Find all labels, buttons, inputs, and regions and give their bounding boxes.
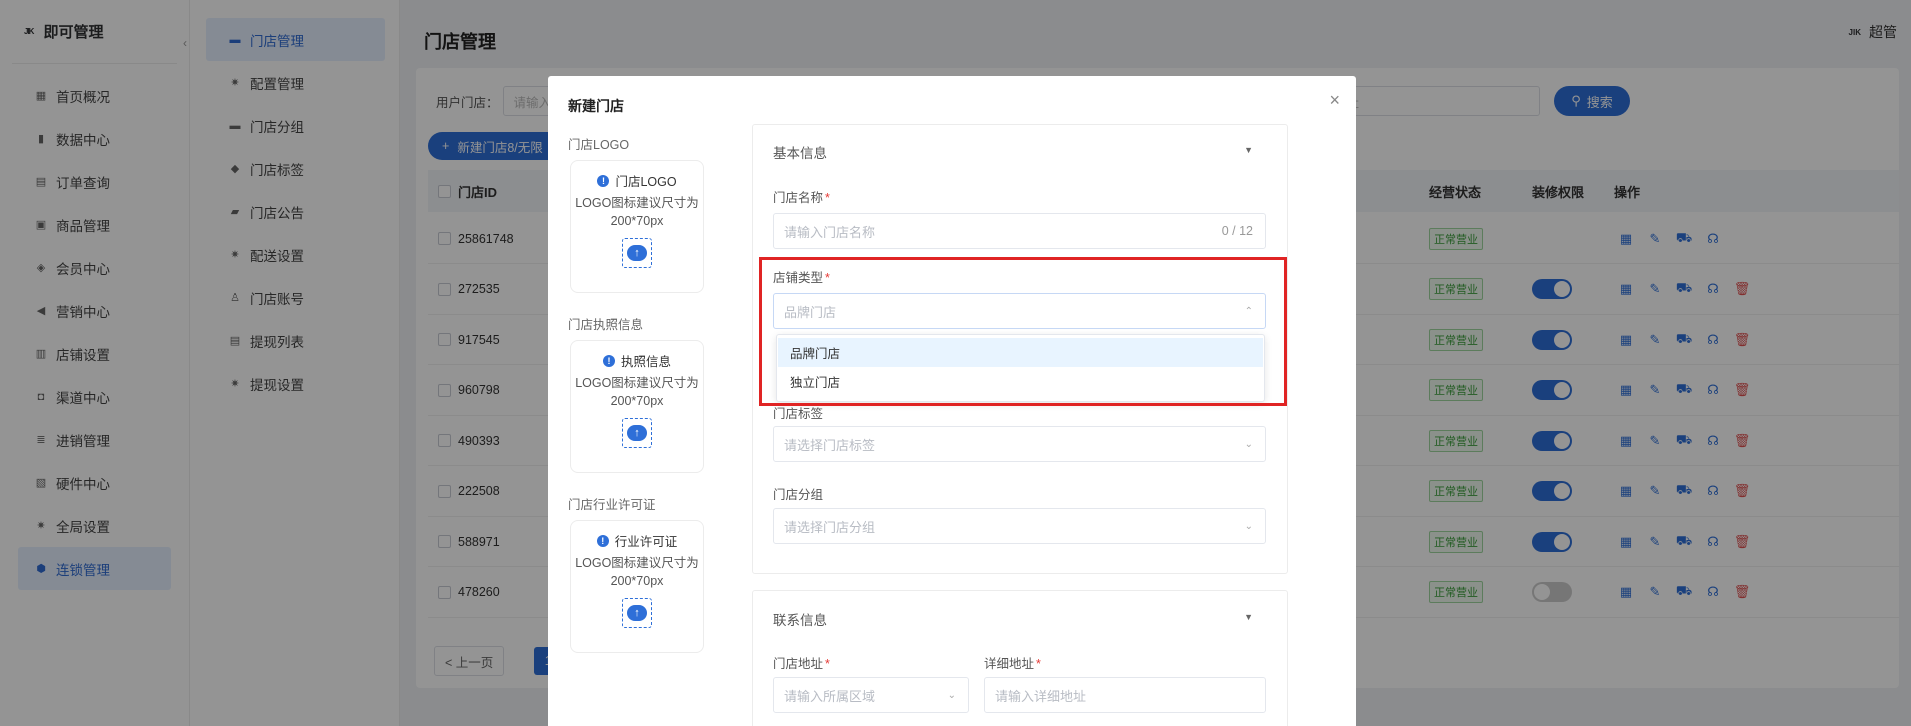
permit-upload-label: 门店行业许可证 xyxy=(568,498,656,512)
store-address-label: 门店地址 * xyxy=(773,657,830,671)
store-group-select[interactable]: 请选择门店分组 ⌄ xyxy=(773,508,1266,544)
close-icon[interactable]: × xyxy=(1329,90,1340,111)
upload-cloud-icon[interactable]: ↑ xyxy=(622,598,652,628)
caret-down-icon[interactable]: ▼ xyxy=(1244,612,1253,622)
logo-upload-card[interactable]: ! 门店LOGO LOGO图标建议尺寸为 200*70px ↑ xyxy=(570,160,704,293)
chevron-down-icon: ⌄ xyxy=(1244,520,1253,532)
info-icon: ! xyxy=(602,354,615,367)
info-icon: ! xyxy=(596,534,609,547)
chevron-down-icon: ⌄ xyxy=(1244,438,1253,450)
chevron-down-icon: ⌄ xyxy=(947,689,956,701)
highlight-annotation-box xyxy=(759,257,1287,406)
upload-cloud-icon[interactable]: ↑ xyxy=(622,418,652,448)
store-name-label: 门店名称 * xyxy=(773,191,830,205)
upload-cloud-icon[interactable]: ↑ xyxy=(622,238,652,268)
store-name-input[interactable]: 请输入门店名称 0 / 12 xyxy=(773,213,1266,249)
logo-upload-label: 门店LOGO xyxy=(568,138,630,152)
detail-address-input[interactable]: 请输入详细地址 xyxy=(984,677,1266,713)
permit-upload-card[interactable]: ! 行业许可证 LOGO图标建议尺寸为 200*70px ↑ xyxy=(570,520,704,653)
contact-info-title: 联系信息 xyxy=(773,613,827,628)
store-group-label: 门店分组 xyxy=(773,488,824,502)
info-icon: ! xyxy=(597,174,610,187)
store-tag-select[interactable]: 请选择门店标签 ⌄ xyxy=(773,426,1266,462)
caret-down-icon[interactable]: ▼ xyxy=(1244,145,1253,155)
modal-title: 新建门店 xyxy=(568,98,624,114)
contact-info-section: 联系信息 ▼ 门店地址 * 请输入所属区域 ⌄ 详细地址 * 请输入详细地址 xyxy=(752,590,1288,726)
license-upload-card[interactable]: ! 执照信息 LOGO图标建议尺寸为 200*70px ↑ xyxy=(570,340,704,473)
region-select[interactable]: 请输入所属区域 ⌄ xyxy=(773,677,969,713)
detail-address-label: 详细地址 * xyxy=(984,657,1041,671)
basic-info-title: 基本信息 xyxy=(773,146,827,161)
char-counter: 0 / 12 xyxy=(1221,224,1253,238)
license-upload-label: 门店执照信息 xyxy=(568,318,644,332)
